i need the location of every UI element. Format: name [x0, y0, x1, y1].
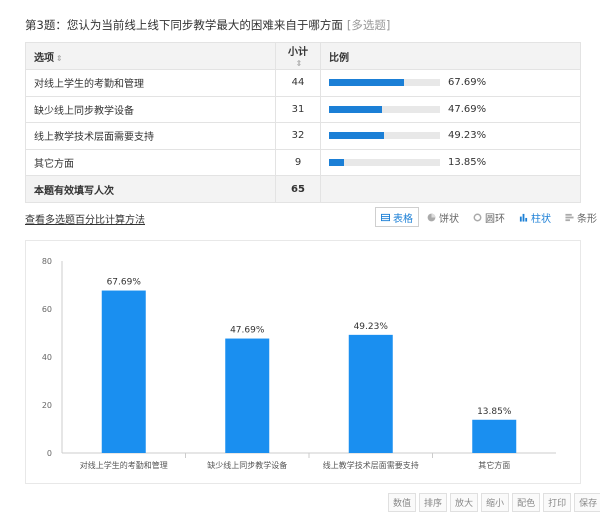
ratio-bar — [329, 159, 440, 167]
pie-icon — [427, 213, 436, 222]
x-tick-label: 其它方面 — [478, 460, 510, 470]
ratio-bar — [329, 132, 440, 140]
tab-ring[interactable]: 圆环 — [467, 207, 511, 227]
bar — [472, 419, 517, 453]
tab-pie[interactable]: 饼状 — [421, 207, 465, 227]
table-icon — [381, 213, 390, 222]
toolbar-button[interactable]: 排序 — [419, 493, 448, 512]
tab-label: 柱状 — [531, 213, 551, 225]
y-tick-label: 80 — [42, 257, 52, 266]
ring-icon — [473, 213, 482, 222]
row-option: 缺少线上同步教学设备 — [25, 95, 276, 124]
question-title: 第3题：您认为当前线上线下同步教学最大的困难来自于哪方面 [多选题] — [25, 17, 390, 33]
ratio-bar-fill — [329, 79, 405, 87]
view-tabs: 表格 饼状 圆环 柱状 条形 — [375, 207, 600, 227]
header-count-label: 小计 — [288, 47, 308, 58]
bar — [101, 290, 146, 453]
percentage-method-link[interactable]: 查看多选题百分比计算方法 — [25, 211, 145, 226]
table-row: 缺少线上同步教学设备 31 47.69% — [25, 95, 581, 124]
row-option: 对线上学生的考勤和管理 — [25, 69, 276, 97]
ratio-percent: 49.23% — [448, 130, 487, 142]
toolbar-button[interactable]: 放大 — [450, 493, 479, 512]
tab-label: 表格 — [393, 213, 413, 225]
row-count: 31 — [275, 95, 321, 124]
sort-icon[interactable]: ⇕ — [56, 54, 63, 63]
tab-table[interactable]: 表格 — [375, 207, 419, 227]
y-tick-label: 0 — [47, 449, 52, 458]
row-option: 其它方面 — [25, 148, 276, 177]
bar — [348, 334, 393, 453]
ratio-bar-fill — [329, 105, 382, 113]
bar-data-label: 13.85% — [477, 407, 512, 417]
total-label: 本题有效填写人次 — [25, 175, 276, 203]
tab-label: 饼状 — [439, 213, 459, 225]
row-count: 44 — [275, 69, 321, 97]
total-count: 65 — [275, 175, 321, 203]
question-type-tag: [多选题] — [346, 18, 391, 32]
tab-label: 条形 — [577, 213, 597, 225]
toolbar-button[interactable]: 缩小 — [481, 493, 510, 512]
bar-data-label: 49.23% — [354, 322, 389, 332]
toolbar-button[interactable]: 打印 — [543, 493, 572, 512]
question-text: 第3题：您认为当前线上线下同步教学最大的困难来自于哪方面 — [25, 18, 343, 32]
bar-chart-icon — [519, 213, 528, 222]
row-count: 9 — [275, 148, 321, 177]
bar — [225, 338, 270, 453]
bar-data-label: 47.69% — [230, 326, 265, 336]
ratio-percent: 13.85% — [448, 157, 487, 169]
table-row: 其它方面 9 13.85% — [25, 148, 581, 177]
y-tick-label: 60 — [42, 305, 52, 314]
toolbar-button[interactable]: 配色 — [512, 493, 541, 512]
x-tick-label: 对线上学生的考勤和管理 — [80, 460, 168, 470]
toolbar-button[interactable]: 保存 — [574, 493, 600, 512]
table-total-row: 本题有效填写人次 65 — [25, 175, 581, 203]
row-ratio: 13.85% — [320, 148, 581, 177]
table-row: 对线上学生的考勤和管理 44 67.69% — [25, 69, 581, 97]
ratio-bar-fill — [329, 132, 384, 140]
bar-chart-svg: 0 20 40 60 80 67.69% 对线上学生的考勤和管理 47.69% 缺少线上同步教学… — [42, 257, 556, 470]
x-tick-label: 线上教学技术层面需要支持 — [323, 460, 419, 470]
sort-icon[interactable]: ⇕ — [296, 59, 303, 68]
row-count: 32 — [275, 122, 321, 150]
row-ratio: 49.23% — [320, 122, 581, 150]
ratio-bar-fill — [329, 159, 345, 167]
ratio-percent: 47.69% — [448, 103, 487, 115]
toolbar-button[interactable]: 数值 — [388, 493, 417, 512]
y-tick-label: 20 — [42, 401, 52, 410]
bar-horizontal-icon — [565, 213, 574, 222]
header-count[interactable]: 小计⇕ — [275, 42, 321, 70]
ratio-bar — [329, 79, 440, 87]
stats-table: 选项 ⇕ 小计⇕ 比例 对线上学生的考勤和管理 44 67.69% 缺少线上同步教学设备… — [25, 42, 581, 203]
chart-toolbar: 数值 排序 放大 缩小 配色 打印 保存 — [388, 493, 600, 512]
table-row: 线上教学技术层面需要支持 32 49.23% — [25, 122, 581, 150]
ratio-percent: 67.69% — [448, 77, 487, 89]
tab-label: 圆环 — [485, 213, 505, 225]
total-empty — [320, 175, 581, 203]
header-option[interactable]: 选项 ⇕ — [25, 42, 276, 70]
x-tick-label: 缺少线上同步教学设备 — [207, 460, 287, 470]
bar-chart: 0 20 40 60 80 67.69% 对线上学生的考勤和管理 47.69% 缺少线上同步教学… — [25, 240, 581, 484]
ratio-bar — [329, 105, 440, 113]
header-option-label: 选项 — [34, 52, 54, 64]
header-ratio: 比例 — [320, 42, 581, 70]
tab-bar-chart[interactable]: 柱状 — [513, 207, 557, 227]
y-tick-label: 40 — [42, 353, 52, 362]
row-ratio: 47.69% — [320, 95, 581, 124]
tab-bar-horizontal[interactable]: 条形 — [559, 207, 600, 227]
row-ratio: 67.69% — [320, 69, 581, 97]
row-option: 线上教学技术层面需要支持 — [25, 122, 276, 150]
bar-data-label: 67.69% — [107, 278, 142, 288]
